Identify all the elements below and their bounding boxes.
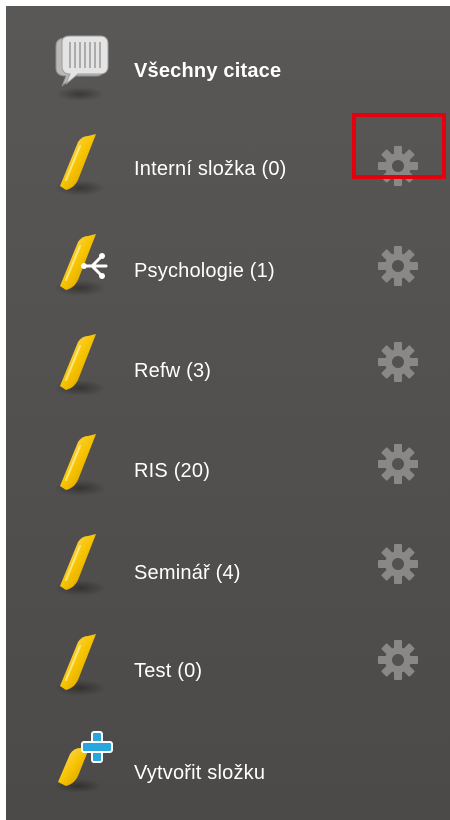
folder-icon — [44, 522, 124, 602]
gear-icon[interactable] — [376, 244, 420, 288]
folder-icon — [44, 122, 124, 202]
sidebar-item-label: Všechny citace — [134, 60, 282, 82]
shared-folder-icon — [44, 222, 108, 302]
speech-bubbles-icon — [55, 35, 109, 101]
folder-icon — [44, 622, 124, 702]
sidebar-item-label: RIS (20) — [134, 460, 211, 482]
gear-icon[interactable] — [376, 442, 420, 486]
gear-icon[interactable] — [376, 144, 420, 188]
sidebar-item-folder[interactable]: Interní složka (0) — [6, 120, 450, 220]
sidebar-item-all-citations[interactable]: Všechny citace — [6, 20, 450, 120]
folder-sidebar: Všechny citace Interní složka (0) Psycho… — [6, 6, 450, 820]
folder-icon — [44, 322, 124, 402]
sidebar-item-label: Test (0) — [134, 660, 203, 682]
gear-icon[interactable] — [376, 340, 420, 384]
sidebar-item-label: Refw (3) — [134, 360, 212, 382]
create-folder-button[interactable]: Vytvořit složku — [6, 720, 450, 820]
sidebar-item-label: Psychologie (1) — [134, 260, 275, 282]
sidebar-item-folder[interactable]: RIS (20) — [6, 420, 450, 520]
sidebar-item-label: Vytvořit složku — [134, 762, 266, 784]
sidebar-item-folder[interactable]: Test (0) — [6, 620, 450, 720]
sidebar-item-label: Interní složka (0) — [134, 158, 287, 180]
sidebar-item-folder[interactable]: Seminář (4) — [6, 520, 450, 620]
gear-icon[interactable] — [376, 542, 420, 586]
add-folder-icon — [54, 731, 113, 793]
folder-icon — [44, 422, 124, 502]
sidebar-item-folder[interactable]: Psychologie (1) — [6, 220, 450, 320]
gear-icon[interactable] — [376, 638, 420, 682]
sidebar-item-label: Seminář (4) — [134, 562, 241, 584]
sidebar-item-folder[interactable]: Refw (3) — [6, 320, 450, 420]
